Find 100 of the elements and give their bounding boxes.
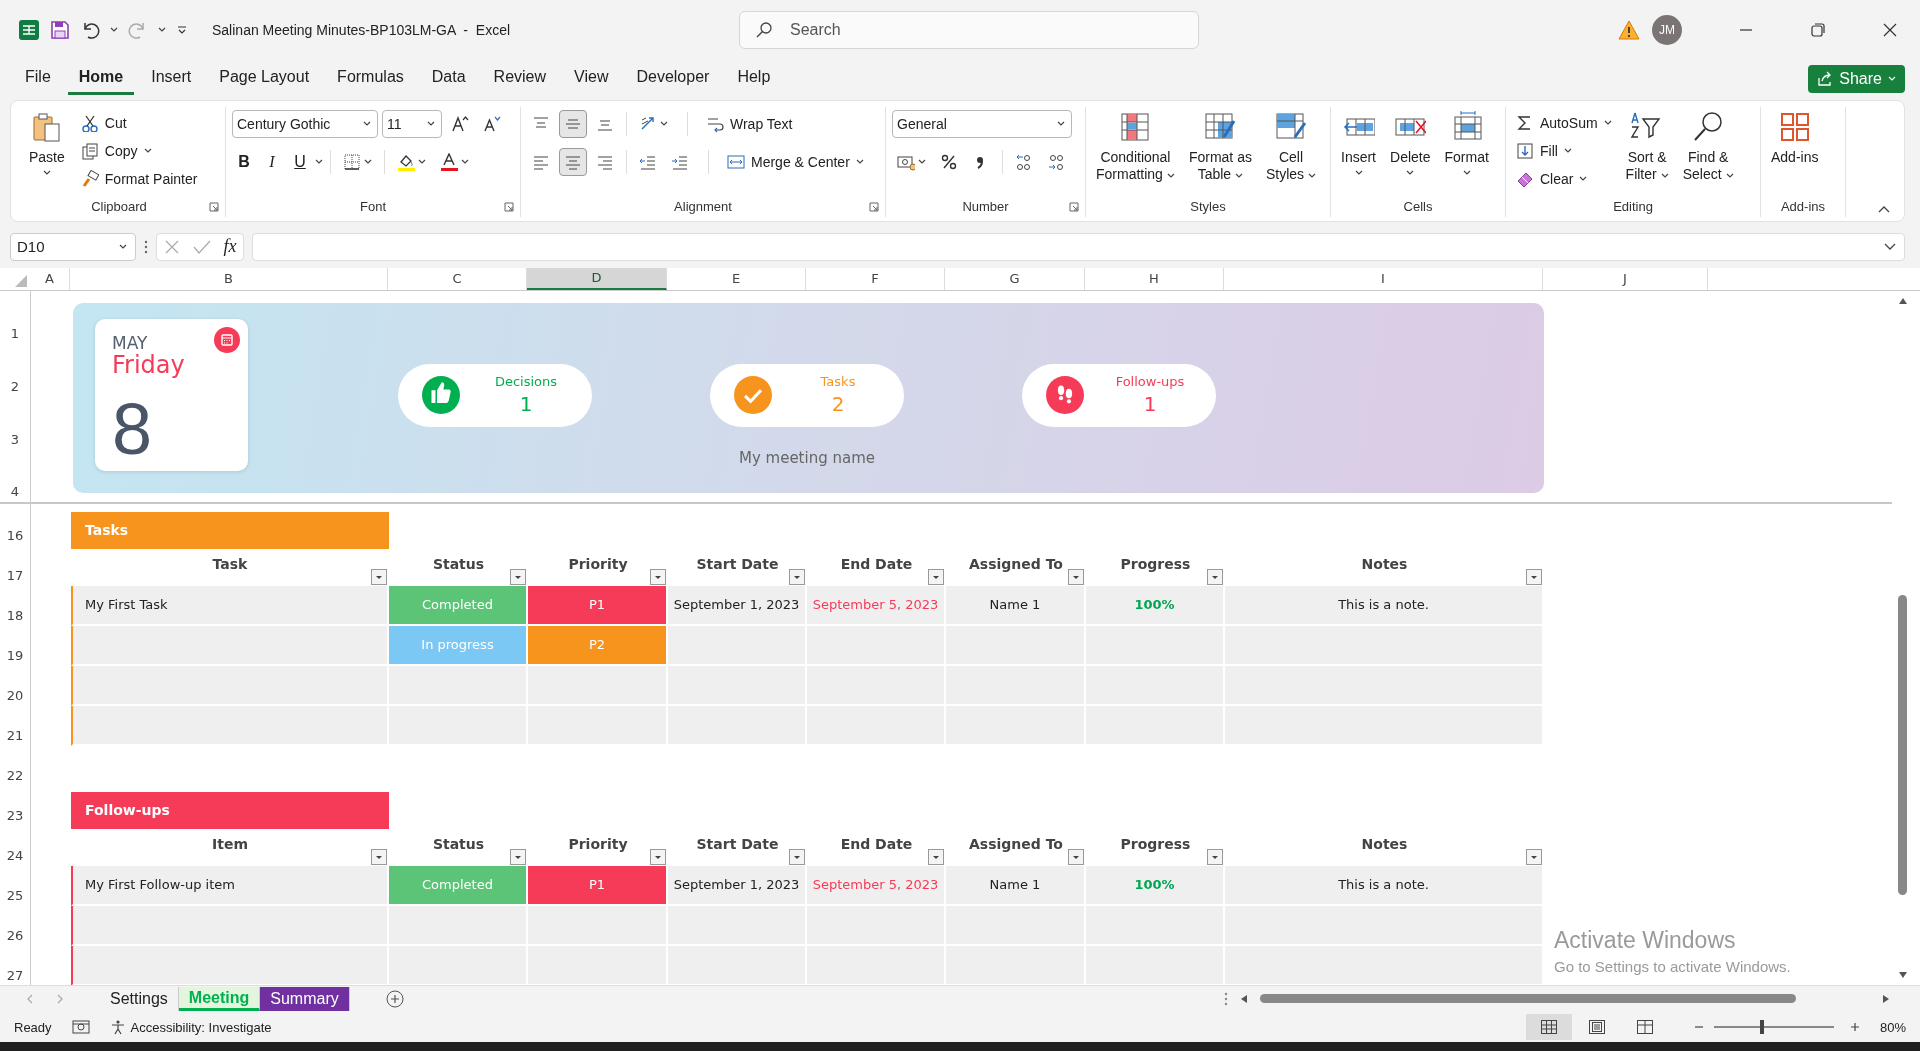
column-header[interactable]: E (667, 267, 806, 290)
ribbon-tab[interactable]: Home (67, 62, 135, 96)
filter-dropdown-icon[interactable] (650, 568, 666, 585)
increase-decimal-icon[interactable] (1015, 152, 1033, 171)
warning-icon[interactable] (1618, 19, 1640, 40)
scrollbar-thumb[interactable] (1898, 594, 1907, 895)
zoom-in-icon[interactable] (1849, 1022, 1860, 1033)
macro-record-icon[interactable] (71, 1020, 90, 1035)
filter-dropdown-icon[interactable] (1207, 568, 1223, 585)
column-header[interactable]: F (806, 267, 945, 290)
zoom-slider-thumb[interactable] (1759, 1020, 1764, 1035)
merge-center-button[interactable]: Merge & Center (723, 149, 868, 174)
row-header[interactable]: 2 (0, 343, 30, 397)
sheet-tab[interactable]: Summary (260, 987, 350, 1012)
row-header[interactable]: 26 (0, 905, 30, 946)
increase-font-size-icon[interactable] (451, 114, 469, 133)
filter-dropdown-icon[interactable] (928, 568, 944, 585)
cut-button[interactable]: Cut (76, 110, 202, 135)
add-ins-button[interactable]: Add-ins (1767, 106, 1823, 166)
row-header[interactable]: 17 (0, 545, 30, 586)
add-sheet-icon[interactable] (385, 990, 404, 1009)
wrap-text-button[interactable]: Wrap Text (702, 111, 797, 136)
filter-dropdown-icon[interactable] (1526, 848, 1542, 865)
row-header[interactable]: 22 (0, 745, 30, 786)
column-header[interactable]: H (1085, 267, 1224, 290)
formula-field[interactable] (252, 232, 1905, 261)
ribbon-tab[interactable]: Review (482, 62, 558, 96)
row-header[interactable]: 4 (0, 449, 30, 504)
row-header[interactable]: 16 (0, 505, 30, 546)
filter-dropdown-icon[interactable] (371, 568, 387, 585)
page-layout-icon[interactable] (1588, 1020, 1605, 1035)
ribbon-tab[interactable]: File (14, 62, 62, 96)
font-color-icon[interactable] (440, 152, 458, 171)
user-avatar[interactable]: JM (1652, 14, 1682, 45)
ribbon-tab[interactable]: Formulas (326, 62, 415, 96)
customize-toolbar-icon[interactable] (176, 23, 188, 36)
name-box[interactable]: D10 (10, 232, 136, 261)
more-icon[interactable] (144, 239, 148, 254)
ribbon-button[interactable]: Format (1440, 106, 1493, 175)
filter-dropdown-icon[interactable] (1207, 848, 1223, 865)
search-field[interactable]: Search (739, 10, 1199, 49)
autosum-button[interactable]: AutoSum (1512, 110, 1616, 135)
column-header[interactable]: G (945, 267, 1085, 290)
ribbon-button[interactable]: Cell Styles (1261, 106, 1321, 183)
scroll-left-icon[interactable] (1240, 994, 1248, 1005)
scroll-up-icon[interactable] (1898, 296, 1908, 305)
ribbon-tab[interactable]: Help (726, 62, 782, 96)
bold-button[interactable]: B (232, 152, 256, 171)
collapse-ribbon-icon[interactable] (1878, 204, 1890, 213)
ribbon-button[interactable]: Sort & Filter (1621, 106, 1673, 183)
number-format-dropdown[interactable]: General (892, 109, 1072, 138)
ribbon-button[interactable]: Conditional Formatting (1092, 106, 1179, 183)
paste-button[interactable]: Paste (19, 106, 71, 175)
filter-dropdown-icon[interactable] (1526, 568, 1542, 585)
ribbon-tab[interactable]: View (563, 62, 620, 96)
sheet-tab[interactable]: Settings (100, 987, 179, 1012)
italic-button[interactable]: I (260, 152, 284, 171)
column-header[interactable]: A (30, 267, 70, 290)
ribbon-button[interactable]: Format as Table (1184, 106, 1256, 183)
filter-dropdown-icon[interactable] (789, 568, 805, 585)
column-header[interactable]: B (70, 267, 388, 290)
ribbon-tab[interactable]: Data (420, 62, 477, 96)
column-header[interactable]: I (1224, 267, 1543, 290)
filter-dropdown-icon[interactable] (650, 848, 666, 865)
decrease-decimal-icon[interactable] (1047, 152, 1065, 171)
row-header[interactable]: 18 (0, 585, 30, 626)
borders-icon[interactable] (343, 152, 361, 171)
check-icon[interactable] (192, 238, 211, 255)
filter-dropdown-icon[interactable] (510, 568, 526, 585)
clear-button[interactable]: Clear (1512, 166, 1616, 191)
underline-button[interactable]: U (288, 152, 312, 171)
row-header[interactable]: 3 (0, 396, 30, 450)
save-icon[interactable] (50, 19, 70, 40)
row-header[interactable]: 20 (0, 665, 30, 706)
row-header[interactable]: 19 (0, 625, 30, 666)
insert-function-button[interactable]: fx (223, 236, 237, 258)
share-button[interactable]: Share (1808, 64, 1905, 93)
filter-dropdown-icon[interactable] (510, 848, 526, 865)
filter-dropdown-icon[interactable] (789, 848, 805, 865)
scrollbar-thumb[interactable] (1260, 994, 1796, 1004)
decrease-font-size-icon[interactable] (483, 114, 501, 133)
scroll-down-icon[interactable] (1898, 971, 1908, 980)
filter-dropdown-icon[interactable] (1068, 568, 1084, 585)
scroll-right-icon[interactable] (1882, 994, 1890, 1005)
filter-dropdown-icon[interactable] (1068, 848, 1084, 865)
copy-button[interactable]: Copy (76, 138, 202, 163)
row-header[interactable]: 21 (0, 705, 30, 746)
ribbon-tab[interactable]: Page Layout (208, 62, 321, 96)
row-header[interactable]: 1 (0, 290, 30, 344)
column-header[interactable]: D (527, 267, 667, 290)
ribbon-button[interactable]: Delete (1386, 106, 1435, 175)
ribbon-tab[interactable]: Insert (140, 62, 203, 96)
fill-button[interactable]: Fill (1512, 138, 1616, 163)
expand-icon[interactable] (1884, 242, 1896, 251)
more-icon[interactable] (1224, 992, 1228, 1007)
column-header[interactable]: J (1543, 267, 1708, 290)
filter-dropdown-icon[interactable] (371, 848, 387, 865)
row-header[interactable]: 23 (0, 785, 30, 826)
dialog-launcher-icon[interactable] (209, 201, 219, 212)
percent-icon[interactable] (940, 152, 958, 171)
